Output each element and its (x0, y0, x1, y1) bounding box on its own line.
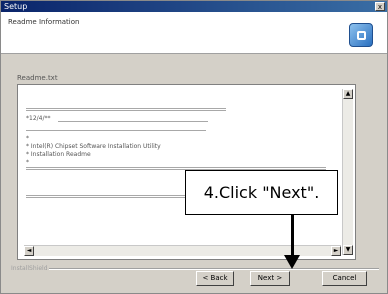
footer-divider (49, 268, 379, 270)
readme-line: * (26, 159, 29, 166)
scroll-right-icon[interactable]: ► (331, 246, 341, 256)
text-line (26, 167, 326, 168)
close-button[interactable]: x (375, 2, 385, 11)
setup-icon (349, 23, 373, 47)
readme-line: * Installation Readme (26, 151, 91, 158)
next-button[interactable]: Next > (250, 271, 290, 286)
setup-window: Setup x Readme Information Readme.txt *1… (0, 0, 388, 294)
callout-arrow (291, 215, 294, 257)
readme-line: * (26, 135, 29, 142)
back-button[interactable]: < Back (196, 271, 234, 286)
page-title: Readme Information (8, 18, 80, 26)
text-line (26, 108, 226, 109)
readme-label: Readme.txt (17, 74, 58, 82)
window-title: Setup (4, 2, 28, 11)
text-line (26, 130, 206, 131)
scroll-down-icon[interactable]: ▼ (343, 245, 353, 255)
vertical-scrollbar[interactable]: ▲ ▼ (342, 89, 353, 255)
readme-line: * Intel(R) Chipset Software Installation… (26, 143, 161, 150)
arrow-down-icon (284, 255, 300, 269)
instruction-callout: 4.Click "Next". (185, 170, 338, 215)
text-line (58, 121, 208, 122)
header-panel: Readme Information (1, 12, 387, 54)
installshield-brand: InstallShield (11, 265, 48, 272)
cancel-button[interactable]: Cancel (322, 271, 367, 286)
title-bar: Setup x (1, 1, 387, 12)
readme-code-line: *12/4/** (26, 115, 51, 122)
scroll-up-icon[interactable]: ▲ (343, 89, 353, 99)
scroll-left-icon[interactable]: ◄ (24, 246, 34, 256)
text-line (26, 110, 226, 111)
